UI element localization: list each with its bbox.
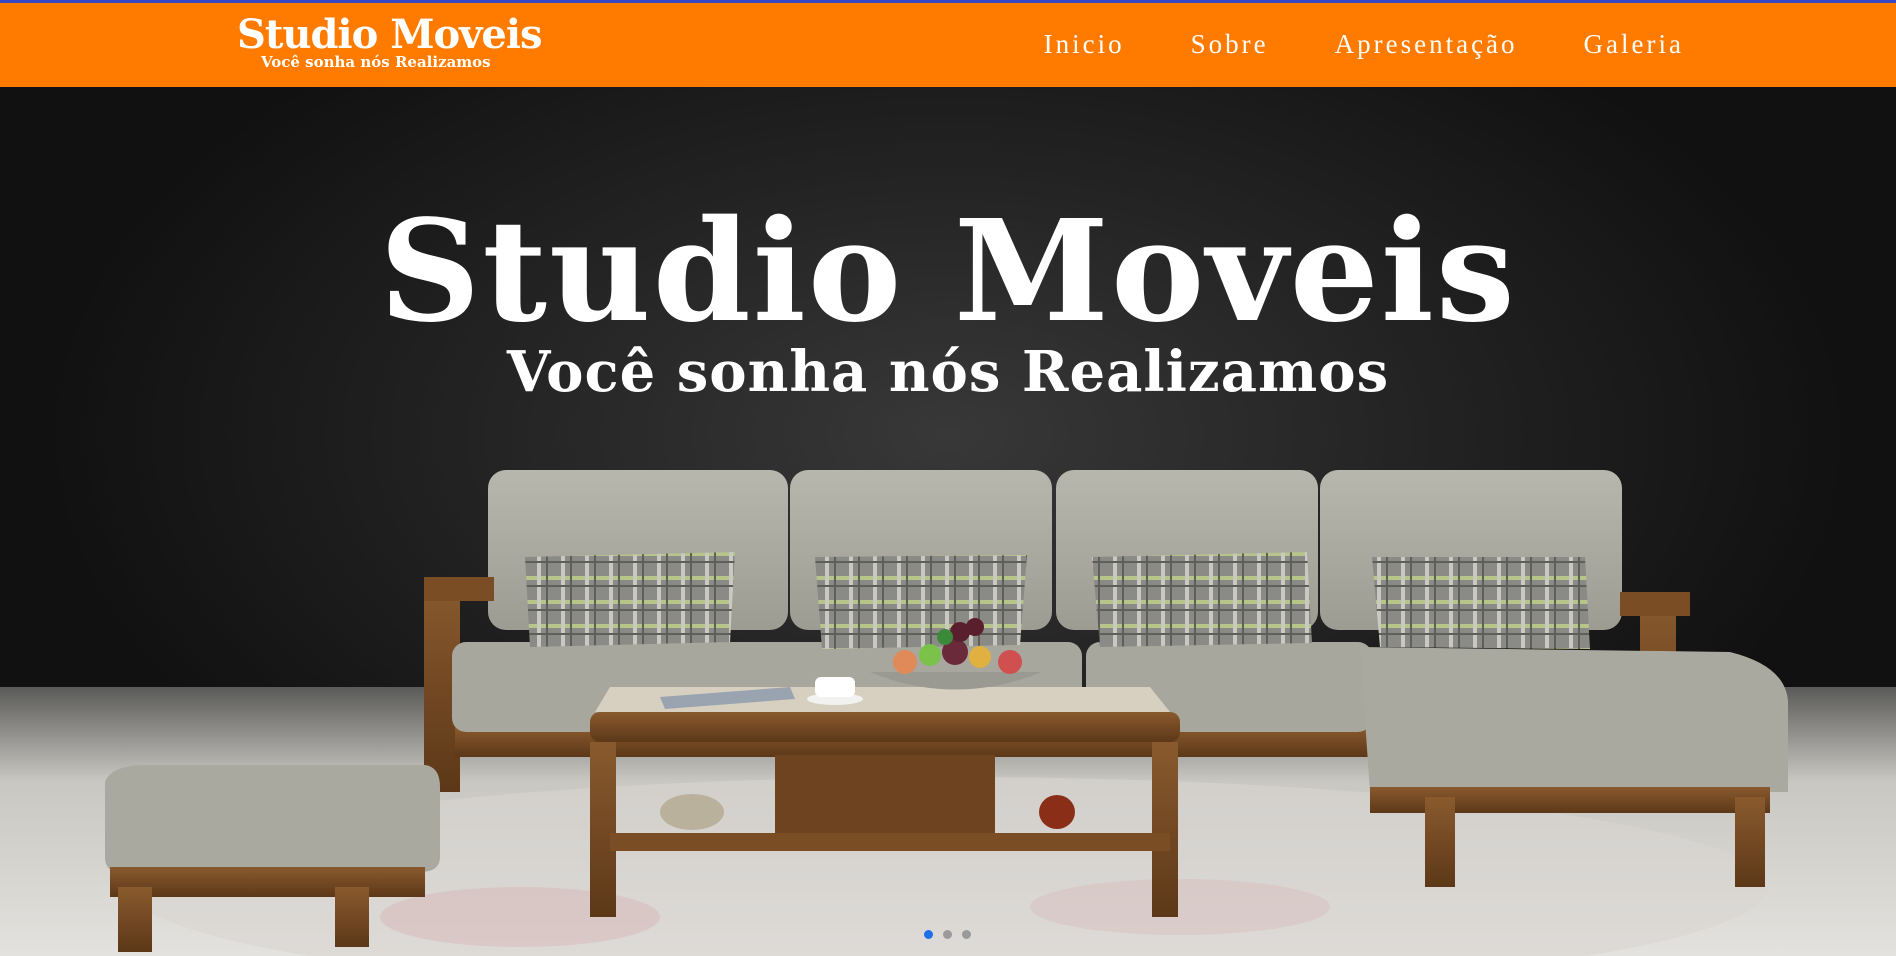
hero-subtitle: Você sonha nós Realizamos: [506, 339, 1390, 405]
nav-link-apresentacao[interactable]: Apresentação: [1335, 29, 1518, 59]
nav-link-inicio[interactable]: Inicio: [1044, 29, 1125, 59]
carousel-dot-2[interactable]: [943, 930, 952, 939]
carousel-dot-1[interactable]: [924, 930, 933, 939]
carousel-dot-3[interactable]: [962, 930, 971, 939]
navbar: Studio Moveis Você sonha nós Realizamos …: [0, 3, 1896, 87]
carousel-indicators: [924, 930, 971, 939]
hero-title: Studio Moveis: [379, 190, 1517, 354]
hero-carousel: Studio Moveis Você sonha nós Realizamos: [0, 87, 1896, 956]
nav-link-galeria[interactable]: Galeria: [1584, 29, 1684, 59]
brand-title: Studio Moveis: [237, 11, 543, 58]
brand-logo[interactable]: Studio Moveis Você sonha nós Realizamos: [237, 15, 547, 77]
nav-link-sobre[interactable]: Sobre: [1191, 29, 1269, 59]
main-nav: Inicio Sobre Apresentação Galeria: [1044, 29, 1684, 59]
